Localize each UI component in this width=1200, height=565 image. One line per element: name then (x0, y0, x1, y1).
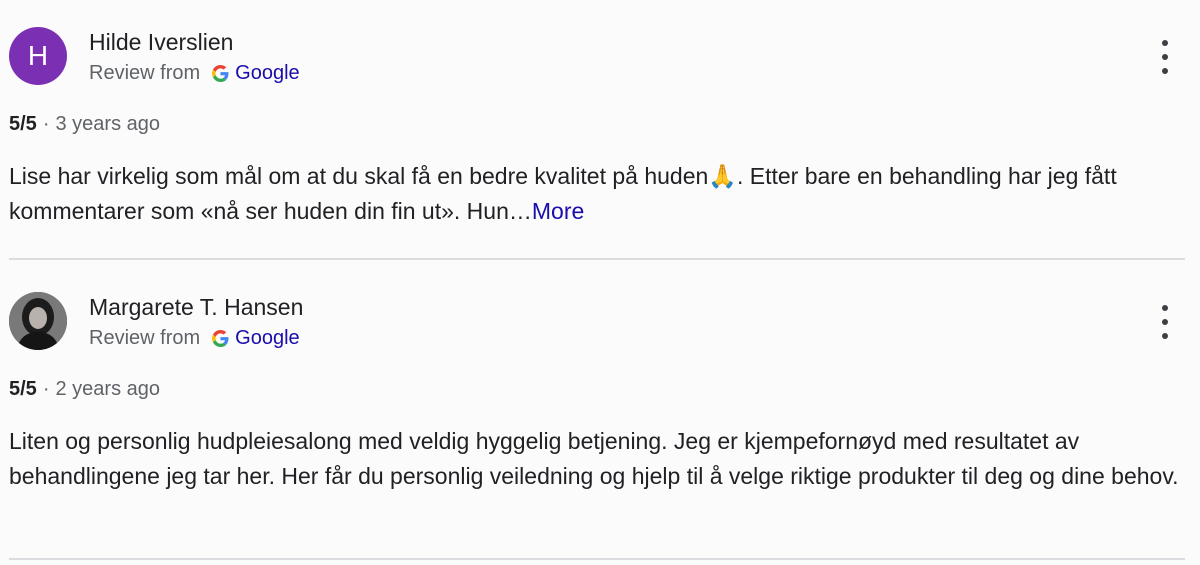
rating: 5/5 (9, 378, 37, 400)
more-link[interactable]: More (532, 198, 584, 224)
more-vert-icon-dot (1162, 333, 1168, 339)
google-g-icon (212, 64, 229, 82)
rating: 5/5 (9, 113, 37, 135)
avatar[interactable]: H (9, 27, 67, 85)
avatar[interactable] (9, 292, 67, 350)
review-meta: 5/5 · 3 years ago (9, 111, 160, 137)
more-vert-icon-dot (1162, 54, 1168, 60)
source-google-link[interactable]: Google (235, 325, 300, 351)
review-time: 2 years ago (55, 378, 160, 400)
profile-photo-icon (9, 292, 67, 350)
review-source: Review from Google (89, 325, 300, 351)
more-vert-icon-dot (1162, 68, 1168, 74)
more-vert-icon-dot (1162, 319, 1168, 325)
divider (9, 558, 1185, 560)
review-text: Liten og personlig hudpleiesalong med ve… (9, 428, 1179, 489)
author-name[interactable]: Margarete T. Hansen (89, 293, 303, 321)
more-vert-icon (1162, 40, 1168, 46)
meta-separator: · (42, 378, 50, 400)
more-options-button[interactable] (1155, 40, 1175, 74)
more-options-button[interactable] (1155, 305, 1175, 339)
review-text: Lise har virkelig som mål om at du skal … (9, 159, 1185, 229)
review-source: Review from Google (89, 60, 300, 86)
more-vert-icon (1162, 305, 1168, 311)
source-prefix: Review from (89, 62, 201, 84)
meta-separator: · (42, 113, 50, 135)
author-name[interactable]: Hilde Iverslien (89, 28, 233, 56)
review-time: 3 years ago (55, 113, 160, 135)
google-g-icon (212, 329, 229, 347)
source-google-link[interactable]: Google (235, 60, 300, 86)
review-meta: 5/5 · 2 years ago (9, 376, 160, 402)
source-prefix: Review from (89, 327, 201, 349)
divider (9, 258, 1185, 260)
